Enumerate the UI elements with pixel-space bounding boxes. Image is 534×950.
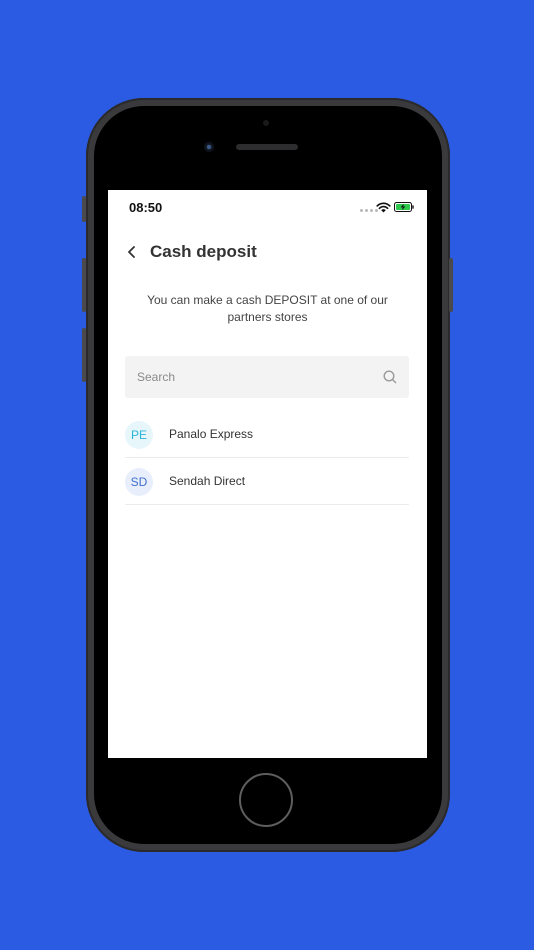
mute-switch xyxy=(82,196,86,222)
volume-up-button xyxy=(82,258,86,312)
list-item-panalo-express[interactable]: PE Panalo Express xyxy=(125,411,409,458)
status-time: 08:50 xyxy=(129,200,163,215)
app-screen: 08:50 Cash deposit You can make a cash D… xyxy=(108,190,427,758)
avatar: SD xyxy=(125,468,153,496)
avatar-initials: PE xyxy=(130,428,147,442)
battery-charging-icon xyxy=(394,202,414,212)
description-line-2: partners stores xyxy=(227,310,308,324)
avatar: PE xyxy=(125,421,153,449)
list-item-sendah-direct[interactable]: SD Sendah Direct xyxy=(125,458,409,505)
partner-name: Sendah Direct xyxy=(169,474,246,488)
header: Cash deposit xyxy=(108,238,427,268)
home-button[interactable] xyxy=(239,773,293,827)
power-button xyxy=(449,258,453,312)
partner-name: Panalo Express xyxy=(169,427,254,441)
proximity-sensor xyxy=(263,120,269,126)
earpiece-speaker xyxy=(236,144,298,150)
page-title: Cash deposit xyxy=(150,242,257,261)
chevron-left-icon[interactable] xyxy=(124,244,140,260)
avatar-initials: SD xyxy=(130,475,148,489)
partner-list: PE Panalo Express SD Sendah Direct xyxy=(125,411,409,505)
search-input[interactable] xyxy=(125,356,375,398)
wifi-icon xyxy=(376,202,391,213)
front-camera xyxy=(204,142,214,152)
description-line-1: You can make a cash DEPOSIT at one of ou… xyxy=(147,293,388,307)
volume-down-button xyxy=(82,328,86,382)
search-box xyxy=(125,356,409,398)
search-icon[interactable] xyxy=(382,369,398,385)
page-description: You can make a cash DEPOSIT at one of ou… xyxy=(138,292,397,326)
status-bar: 08:50 xyxy=(108,190,427,226)
